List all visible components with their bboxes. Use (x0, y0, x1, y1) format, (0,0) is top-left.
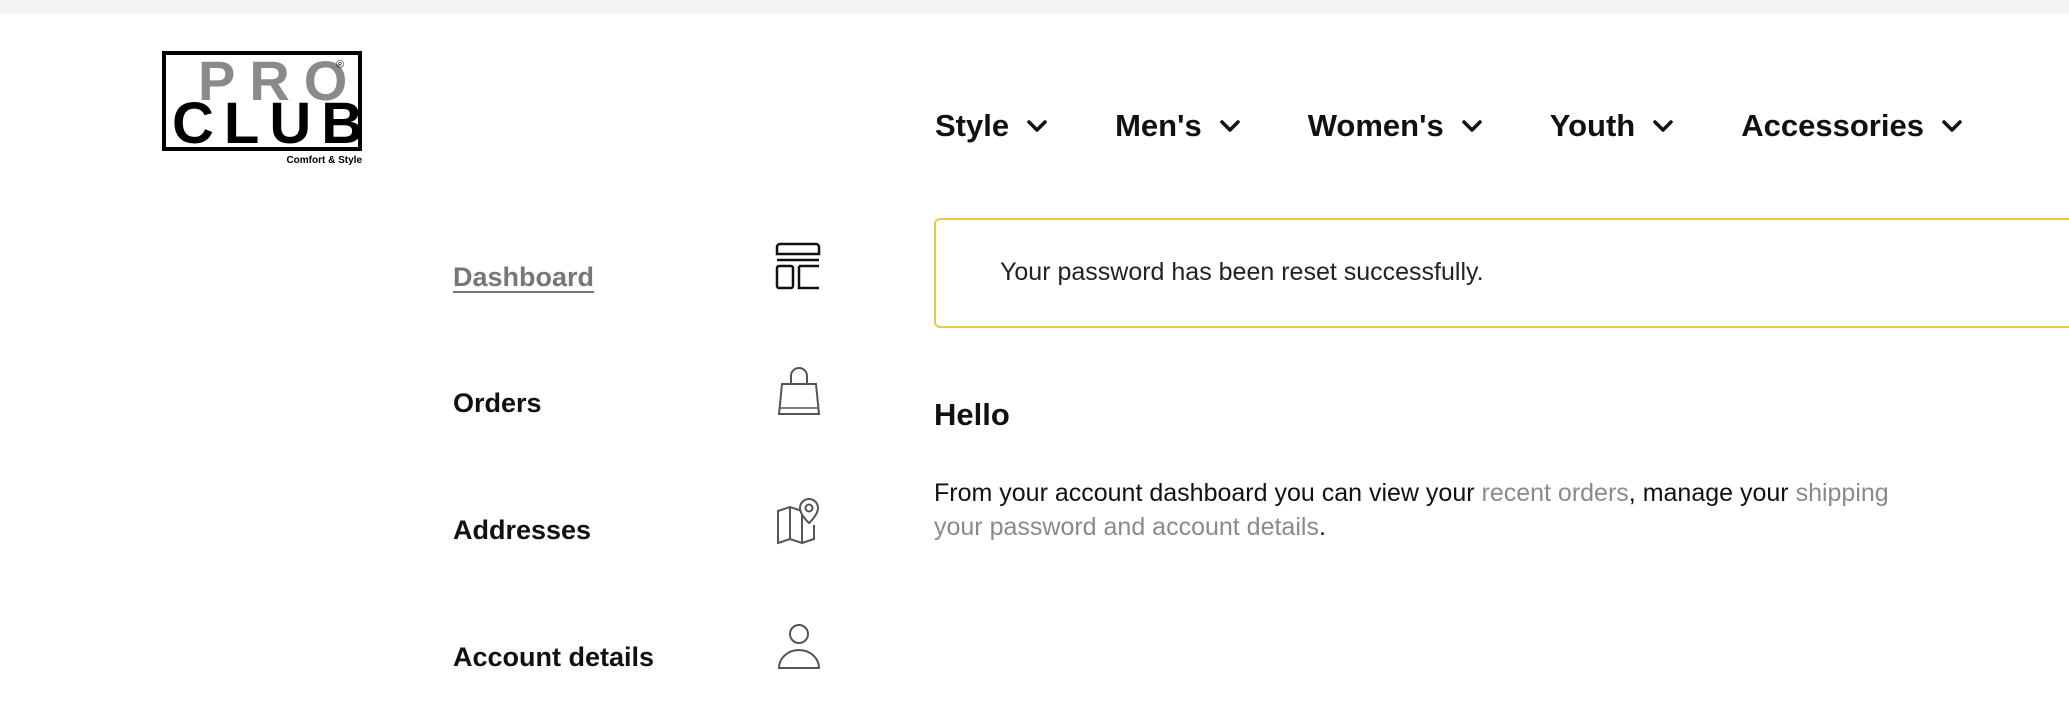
sidebar-item-account-details[interactable]: Account details (453, 642, 654, 673)
nav-item-accessories[interactable]: Accessories (1741, 108, 1962, 144)
map-pin-icon[interactable] (775, 495, 823, 547)
nav-item-label: Youth (1549, 108, 1636, 143)
logo-registered-mark: ® (336, 59, 345, 71)
chevron-down-icon (1219, 120, 1240, 132)
intro-line-2: your password and account details. (934, 510, 2069, 544)
success-alert: Your password has been reset successfull… (934, 218, 2069, 328)
intro-text: , manage your (1628, 479, 1796, 507)
proclub-logo[interactable]: PRO ® CLUB Comfort & Style (162, 51, 368, 181)
intro-line-1: From your account dashboard you can view… (934, 476, 2069, 510)
logo-club-text: CLUB (172, 91, 374, 156)
logo-tagline: Comfort & Style (286, 155, 362, 166)
page: PRO ® CLUB Comfort & Style Style Men's W… (0, 14, 2069, 726)
shipping-link[interactable]: shipping (1796, 479, 1889, 507)
chevron-down-icon (1653, 120, 1673, 132)
intro-text: . (1318, 513, 1326, 541)
dashboard-icon[interactable] (775, 240, 823, 292)
chevron-down-icon (1027, 120, 1047, 132)
account-details-link[interactable]: your password and account details (934, 513, 1319, 541)
nav-item-label: Accessories (1741, 108, 1924, 143)
chevron-down-icon (1942, 120, 1962, 132)
sidebar-item-addresses[interactable]: Addresses (453, 515, 591, 546)
shopping-bag-icon[interactable] (775, 366, 823, 418)
recent-orders-link[interactable]: recent orders (1482, 479, 1629, 507)
user-icon[interactable] (775, 620, 823, 672)
chevron-down-icon (1461, 120, 1482, 132)
logo-box: PRO ® CLUB (162, 51, 363, 153)
greeting-heading: Hello (934, 397, 1010, 432)
sidebar-item-dashboard[interactable]: Dashboard (453, 262, 594, 293)
sidebar-item-orders[interactable]: Orders (453, 388, 542, 419)
nav-item-label: Men's (1115, 108, 1202, 143)
nav-item-mens[interactable]: Men's (1115, 108, 1240, 144)
main-nav: Style Men's Women's Youth Accessories (935, 108, 2030, 144)
intro-text: From your account dashboard you can view… (934, 479, 1482, 507)
nav-item-label: Style (935, 108, 1010, 143)
nav-item-womens[interactable]: Women's (1308, 108, 1482, 144)
nav-item-label: Women's (1307, 108, 1444, 143)
alert-message: Your password has been reset successfull… (1000, 258, 1484, 286)
dashboard-intro: From your account dashboard you can view… (934, 476, 2069, 544)
nav-item-style[interactable]: Style (935, 108, 1047, 144)
nav-item-youth[interactable]: Youth (1550, 108, 1674, 144)
